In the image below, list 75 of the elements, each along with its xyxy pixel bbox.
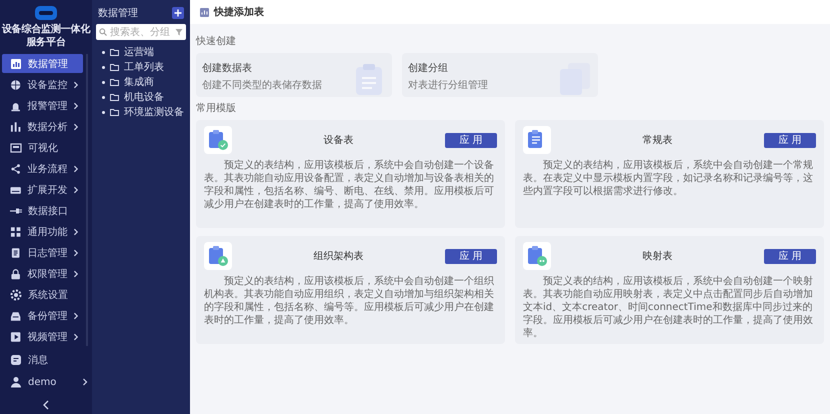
clipboard-icon xyxy=(526,245,548,267)
nav-item[interactable]: 日志管理 xyxy=(2,243,83,262)
tree-item[interactable]: 工单列表 xyxy=(102,61,186,73)
monitor-icon xyxy=(10,142,22,154)
bullet-icon xyxy=(102,66,105,68)
bullet-icon xyxy=(102,50,105,54)
plus-icon xyxy=(174,9,182,17)
user-icon xyxy=(10,376,22,388)
settings-icon xyxy=(10,288,22,300)
search-field[interactable]: 搜索表、分组 xyxy=(96,24,186,40)
card-description: 创建不同类型的表储存数据 xyxy=(202,78,323,92)
card-title: 创建数据表 xyxy=(202,62,253,75)
filter-icon xyxy=(175,28,183,36)
template-description: 预定义的表结构，应用该模板后，系统中会自动创建一个常规表。在表定义中显示模板内置字段，如记录名称和记录编号等，这些内置字段可以根据需求进行修改。 xyxy=(523,159,814,198)
apply-button[interactable]: 应用 xyxy=(445,132,497,148)
apply-button[interactable]: 应用 xyxy=(764,248,816,264)
nav-item[interactable]: 权限管理 xyxy=(2,264,83,283)
template-description: 预定义的表结构，应用该模板后，系统中会自动创建一个设备表。其表功能自动应用设备配置，表定义自动增加与设备表相关的字段和属性，包括名称、编号、断电、在线、禁用。应用模板后可减少用户在创建表时的工作量，提高了使用效率。 xyxy=(204,159,495,211)
tree-item[interactable]: 机电设备 xyxy=(102,91,186,103)
section-heading: 常用模版 xyxy=(196,102,237,115)
apply-button[interactable]: 应用 xyxy=(764,132,816,148)
template-description: 预定义表的结构，应用该模板后，系统中会自动创建一个映射表。其表功能自动应用映射表，表定义中点击配置同步后自动增加文本id、文本creator、时间connectTime和数据库中同步过来的字段。应用模板后可减少用户在创建表时的工作量，提高了使用效率。 xyxy=(523,275,814,340)
tree-item[interactable]: 运营端 xyxy=(102,46,186,58)
report-icon xyxy=(10,58,22,70)
nav-item[interactable]: 设备监控 xyxy=(2,75,83,94)
globe-icon xyxy=(10,78,22,90)
tree-item[interactable]: 环境监测设备 xyxy=(102,106,186,118)
page-title: 快捷添加表 xyxy=(214,6,264,19)
message-icon xyxy=(10,354,22,366)
nav-item[interactable]: 报警管理 xyxy=(2,96,83,115)
nav-item[interactable]: 备份管理 xyxy=(2,306,83,325)
clipboard-icon xyxy=(354,63,384,95)
nav-item[interactable]: 数据管理 xyxy=(2,54,83,73)
bullet-icon xyxy=(102,80,105,84)
document-icon xyxy=(10,246,22,258)
template-title: 映射表 xyxy=(642,250,674,263)
app-title: 设备综合监测一体化服务平台 xyxy=(0,22,92,50)
user-item[interactable]: demo xyxy=(4,372,88,392)
search-icon xyxy=(99,28,107,36)
nav-item[interactable]: 系统设置 xyxy=(2,285,83,304)
template-description: 预定义的表结构，应用该模板后，系统中会自动创建一个组织机构表。其表功能自动应用组织，表定义自动增加与组织架构相关的字段和属性，包括名称、编号等。应用模板后可减少用户在创建表时的工作量，提高了使用效率。 xyxy=(204,275,495,327)
template-title: 常规表 xyxy=(642,134,674,147)
nav-item[interactable]: 业务流程 xyxy=(2,159,83,178)
nav-item[interactable]: 可视化 xyxy=(2,138,83,157)
grid-icon xyxy=(10,226,22,238)
quick-create-card[interactable]: 创建数据表 创建不同类型的表储存数据 xyxy=(196,53,392,97)
card-title: 创建分组 xyxy=(408,62,449,75)
clipboard-icon xyxy=(207,129,229,151)
quick-create-card[interactable]: 创建分组 对表进行分组管理 xyxy=(402,53,598,97)
play-icon xyxy=(10,330,22,342)
template-title: 设备表 xyxy=(322,134,354,147)
tray-icon xyxy=(10,310,22,322)
apply-button[interactable]: 应用 xyxy=(445,248,497,264)
bullet-icon xyxy=(102,110,105,114)
table-icon xyxy=(200,8,209,16)
nav-item[interactable]: 数据接口 xyxy=(2,201,83,220)
bar-chart-icon xyxy=(10,120,22,132)
panel-title: 数据管理 xyxy=(98,7,138,20)
section-heading: 快速创建 xyxy=(196,34,237,48)
logo-icon xyxy=(35,6,57,20)
nav-item[interactable]: 通用功能 xyxy=(2,222,83,241)
collapse-icon xyxy=(42,400,50,410)
nav-item[interactable]: 扩展开发 xyxy=(2,180,83,199)
lock-icon xyxy=(10,268,22,280)
chevron-icon xyxy=(82,378,88,386)
template-title: 组织架构表 xyxy=(312,250,364,263)
bullet-icon xyxy=(102,96,105,98)
messages-item[interactable]: 消息 xyxy=(4,350,88,370)
share-icon xyxy=(10,162,22,174)
nav-item[interactable]: 数据分析 xyxy=(2,117,83,136)
tree-item[interactable]: 集成商 xyxy=(102,76,186,88)
add-button[interactable] xyxy=(172,7,184,19)
card-description: 对表进行分组管理 xyxy=(408,78,489,92)
clipboard-icon xyxy=(207,245,229,267)
nav-item[interactable]: 视频管理 xyxy=(2,327,83,346)
